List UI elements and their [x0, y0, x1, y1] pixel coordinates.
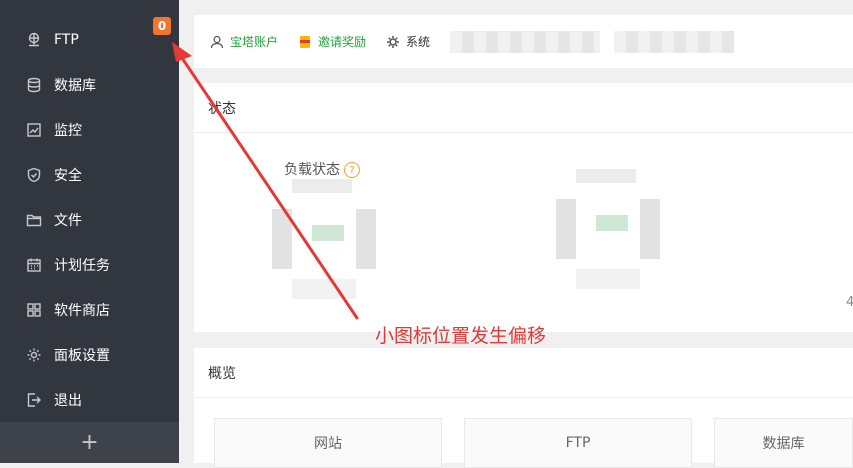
- sidebar-item-label: 软件商店: [54, 302, 110, 319]
- status-title: 状态: [194, 83, 853, 133]
- account-label: 宝塔账户: [230, 35, 279, 49]
- add-button[interactable]: +: [0, 422, 179, 463]
- grid-icon: [26, 302, 42, 318]
- sidebar-item-label: 退出: [54, 392, 82, 409]
- monitor-icon: [26, 122, 42, 138]
- sidebar-item-security[interactable]: 安全: [0, 152, 179, 197]
- calendar-icon: [26, 257, 42, 273]
- overview-card-database[interactable]: 数据库: [714, 418, 853, 468]
- status-panel: 状态 负载状态? 4: [194, 83, 853, 332]
- ftp-count-badge: 0: [153, 17, 171, 35]
- load-gauge: [272, 169, 376, 305]
- system-label: 系统: [406, 35, 431, 49]
- gift-icon: [300, 35, 311, 48]
- sidebar-item-store[interactable]: 软件商店: [0, 287, 179, 332]
- sidebar: FTP 0 数据库 监控 安全 文件 计划任务 软件商店 面板设置 退出 +: [0, 0, 179, 463]
- account-link[interactable]: 宝塔账户: [210, 33, 278, 50]
- invite-label: 邀请奖励: [318, 35, 367, 49]
- sidebar-item-label: 文件: [54, 212, 82, 229]
- sidebar-item-cron[interactable]: 计划任务: [0, 242, 179, 287]
- sidebar-item-logout[interactable]: 退出: [0, 377, 179, 422]
- network-icon: [26, 32, 42, 48]
- redacted-system-info: [614, 31, 734, 53]
- redacted-system-info: [450, 31, 600, 53]
- sidebar-item-label: 面板设置: [54, 347, 110, 364]
- sidebar-item-files[interactable]: 文件: [0, 197, 179, 242]
- sidebar-item-label: 安全: [54, 167, 82, 184]
- overview-title: 概览: [194, 348, 853, 398]
- user-icon: [210, 35, 224, 48]
- overview-card-sites[interactable]: 网站: [214, 418, 442, 468]
- logout-icon: [26, 392, 42, 408]
- gauge-partial-value: 4: [846, 295, 853, 310]
- sidebar-item-label: 数据库: [54, 77, 96, 94]
- sidebar-item-label: FTP: [54, 31, 79, 48]
- shield-icon: [26, 167, 42, 183]
- system-info: 系统: [386, 33, 430, 50]
- cog-icon: [387, 35, 400, 48]
- invite-link[interactable]: 邀请奖励: [298, 33, 366, 50]
- cpu-gauge: [556, 159, 660, 295]
- gear-icon: [26, 347, 42, 363]
- sidebar-item-label: 计划任务: [54, 257, 110, 274]
- sidebar-item-database[interactable]: 数据库: [0, 62, 179, 107]
- sidebar-item-settings[interactable]: 面板设置: [0, 332, 179, 377]
- database-icon: [26, 77, 42, 93]
- sidebar-item-monitor[interactable]: 监控: [0, 107, 179, 152]
- overview-card-ftp[interactable]: FTP: [464, 418, 692, 468]
- folder-icon: [26, 212, 42, 228]
- sidebar-item-label: 监控: [54, 122, 82, 139]
- top-header: 宝塔账户 邀请奖励 系统: [194, 15, 853, 68]
- annotation-text: 小图标位置发生偏移: [375, 325, 547, 347]
